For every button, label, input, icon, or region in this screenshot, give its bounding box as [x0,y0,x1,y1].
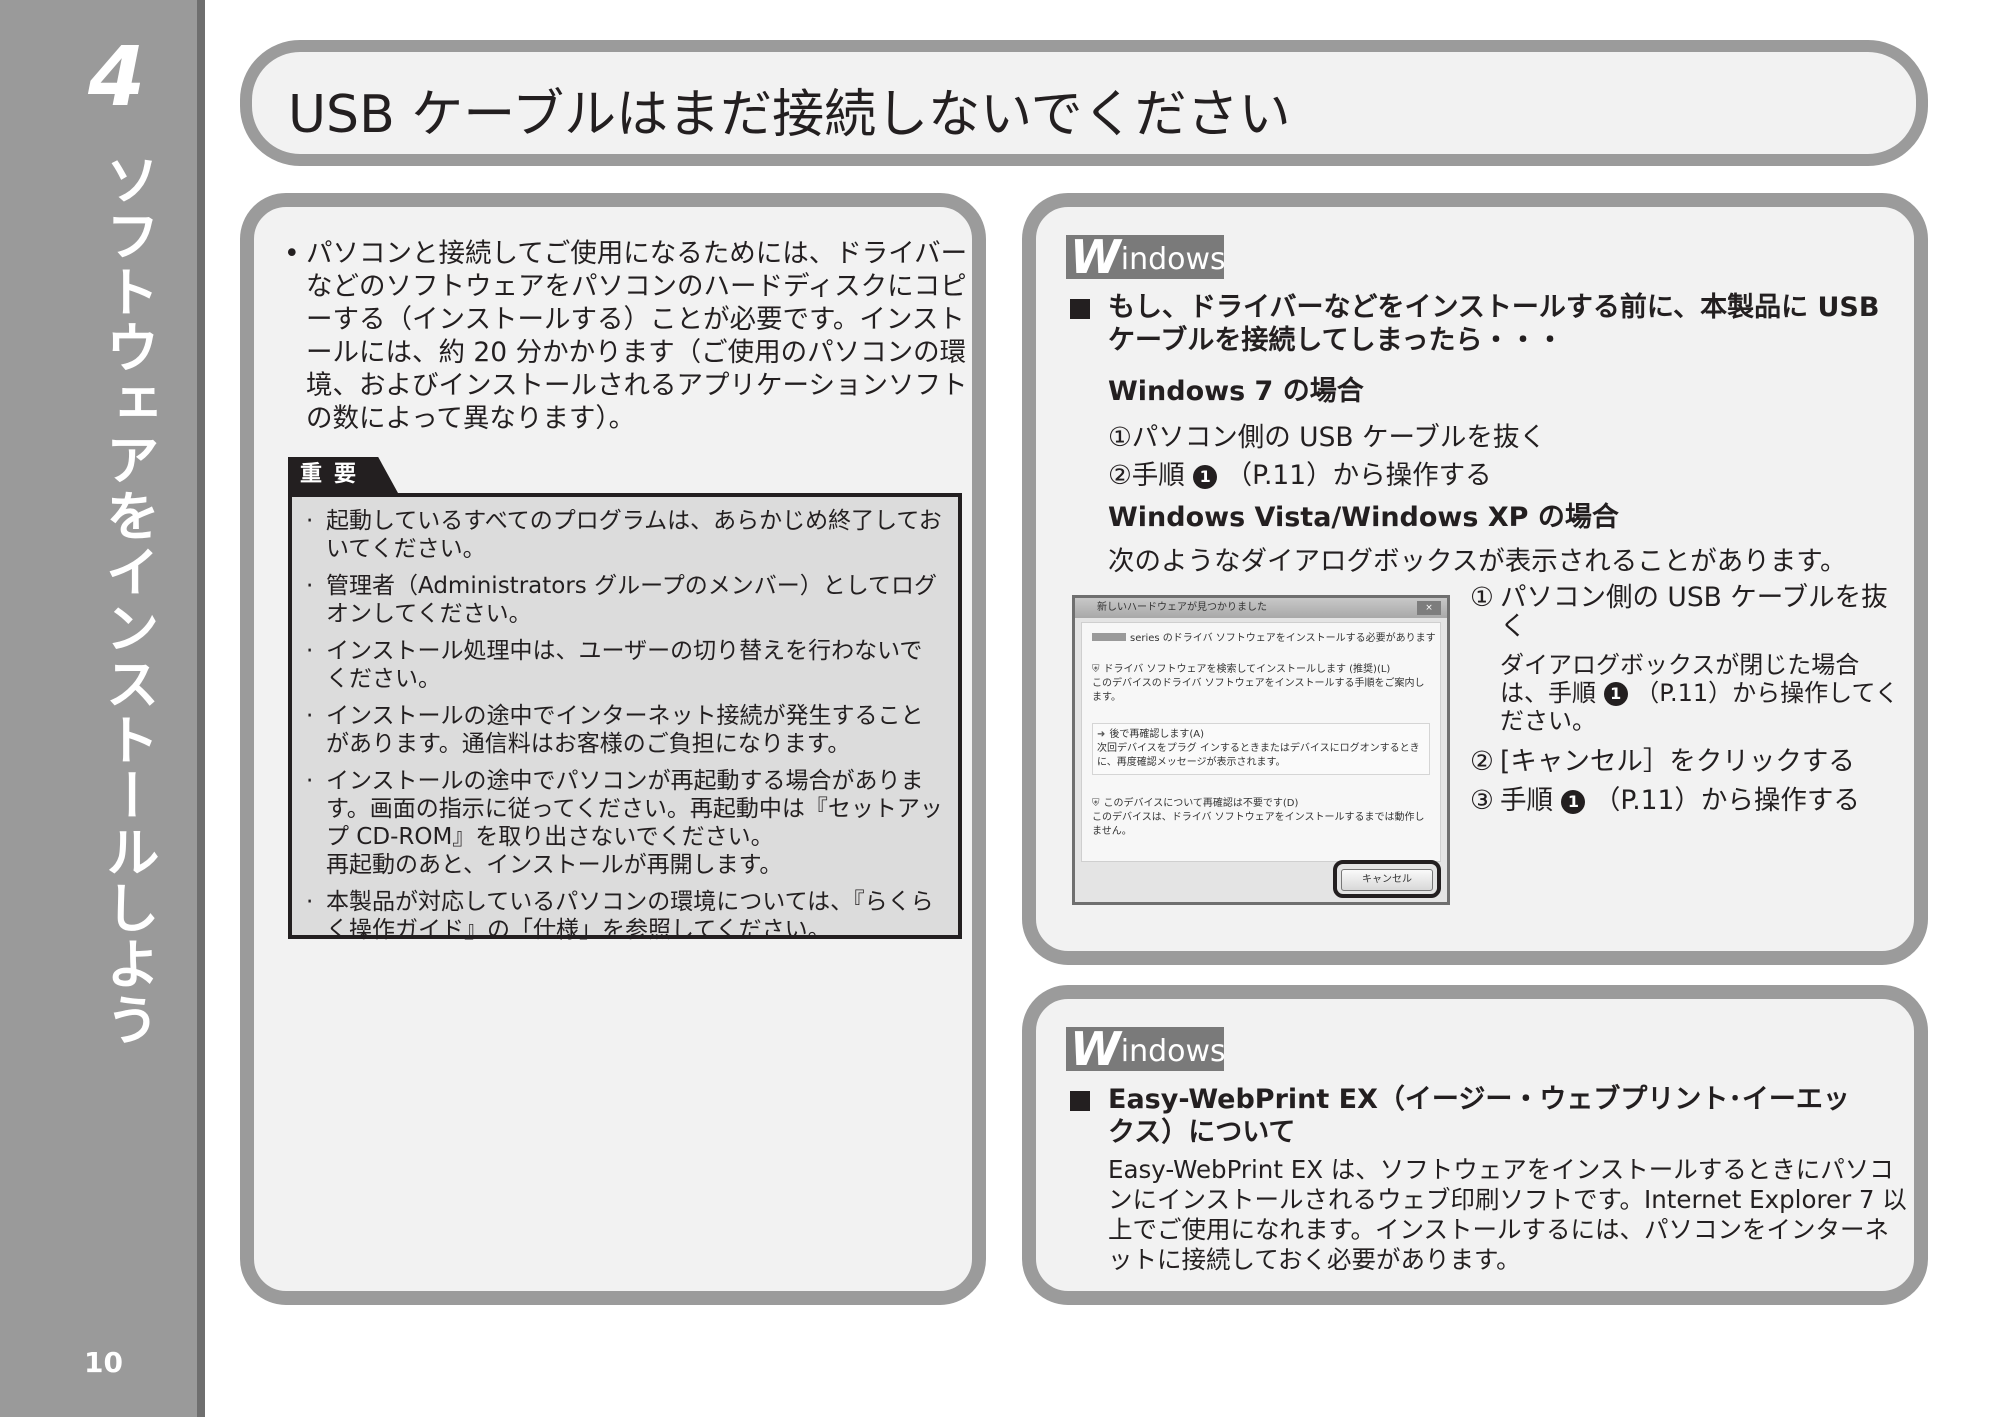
step-number: ② [1470,746,1494,777]
title-panel: USB ケーブルはまだ接続しないでください [240,40,1928,166]
dialog-titlebar: 新しいハードウェアが見つかりました × [1075,598,1447,618]
section-square-icon [1070,299,1090,319]
dialog-screenshot: 新しいハードウェアが見つかりました × series のドライバ ソフトウェアを… [1072,595,1450,905]
step-text: [キャンセル］をクリックする [1500,746,1855,777]
section-heading: もし、ドライバーなどをインストールする前に、本製品に USB ケーブルを接続して… [1108,292,1880,356]
step-number: ③ [1470,785,1494,816]
option-desc: このデバイスのドライバ ソフトウェアをインストールする手順をご案内します。 [1092,678,1425,703]
easy-webprint-description: Easy-WebPrint EX は、ソフトウェアをインストールするときにパソコ… [1108,1155,1907,1274]
dialog-heading: series のドライバ ソフトウェアをインストールする必要があります [1092,629,1436,644]
windows-logo: Windows [1066,234,1226,280]
vista-step-3: ③ 手順 1 （P.11）から操作する [1470,786,1900,815]
step-number: ① [1470,582,1494,613]
win7-step-2-suffix: （P.11）から操作する [1225,460,1492,491]
step-text-suffix: （P.11）から操作する [1593,785,1860,816]
chapter-title: ソフトウェアをインストールしよう [96,152,159,1048]
windows-usb-panel: Windows もし、ドライバーなどをインストールする前に、本製品に USB ケ… [1022,193,1928,965]
option-title: このデバイスについて再確認は不要です(D) [1103,798,1299,809]
vista-step-note: ダイアログボックスが閉じた場合は、手順 1 （P.11）から操作してください。 [1470,651,1900,735]
important-item-text: 起動しているすべてのプログラムは、あらかじめ終了しておいてください。 [326,508,942,562]
vista-heading: Windows Vista/Windows XP の場合 [1108,502,1619,533]
dialog-option-search[interactable]: ⛨ ドライバ ソフトウェアを検索してインストールします (推奨)(L) このデバイ… [1092,663,1430,705]
windows-logo-text: indows [1120,242,1226,277]
dialog-body: series のドライバ ソフトウェアをインストールする必要があります ⛨ ドライ… [1081,622,1441,862]
important-item: · 本製品が対応しているパソコンの環境については、『らくらく操作ガイド』の「仕様… [306,888,944,944]
important-box: · 起動しているすべてのプログラムは、あらかじめ終了しておいてください。 · 管… [288,493,962,943]
bullet: · [306,573,314,599]
vista-step-1: ① パソコン側の USB ケーブルを抜く [1470,583,1900,641]
step-text: パソコン側の USB ケーブルを抜く [1500,582,1888,642]
windows-logo-w: W [1070,1022,1121,1076]
chapter-tab: 4 ソフトウェアをインストールしよう 10 [0,0,205,1417]
important-item-text: インストール処理中は、ユーザーの切り替えを行わないでください。 [326,638,923,692]
close-icon[interactable]: × [1417,601,1441,615]
shield-icon: ⛨ [1092,664,1100,675]
important-item-text: インストールの途中でインターネット接続が発生することがあります。通信料はお客様の… [326,703,924,757]
important-label: 重要 [288,457,398,493]
important-item-text: インストールの途中でパソコンが再起動する場合があります。画面の指示に従ってくださ… [326,768,943,850]
bullet: · [306,889,314,915]
chapter-number: 4 [88,30,146,125]
easy-webprint-panel: Windows Easy-WebPrint EX（イージー・ウェブプリント･イー… [1022,985,1928,1305]
bullet: · [306,703,314,729]
windows-logo-w: W [1070,230,1121,284]
section-heading: Easy-WebPrint EX（イージー・ウェブプリント･イーエックス）につい… [1108,1084,1850,1148]
dialog-option-later[interactable]: ➜ 後で再確認します(A) 次回デバイスをプラグ インするときまたはデバイスにログ… [1092,723,1430,775]
bullet: · [306,508,314,534]
option-title: 後で再確認します(A) [1109,729,1205,740]
bullet: · [306,638,314,664]
step-number-icon: 1 [1603,682,1628,706]
important-item: · インストールの途中でパソコンが再起動する場合があります。画面の指示に従ってく… [306,767,944,879]
shield-icon: ⛨ [1092,798,1100,809]
important-item-extra: 再起動のあと、インストールが再開します。 [326,852,783,878]
win7-step-1: ①パソコン側の USB ケーブルを抜く [1108,422,1546,453]
step-number-icon: 1 [1561,790,1586,814]
dialog-heading-text: series のドライバ ソフトウェアをインストールする必要があります [1130,633,1436,644]
win7-step-2: ②手順 1 （P.11）から操作する [1108,453,1492,492]
important-item-text: 管理者（Administrators グループのメンバー）としてログオンしてくだ… [326,573,938,627]
option-desc: このデバイスは、ドライバ ソフトウェアをインストールするまでは動作しません。 [1092,812,1425,837]
dialog-title: 新しいハードウェアが見つかりました [1097,602,1267,613]
intro-paragraph: • パソコンと接続してご使用になるためには、ドライバーなどのソフトウェアをパソコ… [284,237,974,435]
windows-logo: Windows [1066,1026,1226,1072]
option-title: ドライバ ソフトウェアを検索してインストールします (推奨)(L) [1103,664,1391,675]
windows-logo-text: indows [1120,1034,1226,1069]
important-item: · インストールの途中でインターネット接続が発生することがあります。通信料はお客… [306,702,944,758]
vista-step-2: ② [キャンセル］をクリックする [1470,747,1900,776]
important-item: · 起動しているすべてのプログラムは、あらかじめ終了しておいてください。 [306,507,944,563]
important-item: · 管理者（Administrators グループのメンバー）としてログオンして… [306,572,944,628]
section-square-icon [1070,1091,1090,1111]
bullet: · [306,768,314,794]
option-desc: 次回デバイスをプラグ インするときまたはデバイスにログオンするときに、再度確認メ… [1097,743,1420,768]
arrow-icon: ➜ [1097,729,1106,740]
intro-panel: • パソコンと接続してご使用になるためには、ドライバーなどのソフトウェアをパソコ… [240,193,986,1305]
page-title: USB ケーブルはまだ接続しないでください [288,85,1291,145]
step-text-prefix: 手順 [1500,785,1553,816]
dialog-option-never[interactable]: ⛨ このデバイスについて再確認は不要です(D) このデバイスは、ドライバ ソフトウ… [1092,797,1430,839]
vista-steps: ① パソコン側の USB ケーブルを抜く ダイアログボックスが閉じた場合は、手順… [1470,583,1900,825]
bullet: • [284,238,300,269]
step-number-icon: 1 [1193,465,1218,489]
page-number: 10 [84,1346,123,1379]
win7-heading: Windows 7 の場合 [1108,376,1364,407]
important-item: · インストール処理中は、ユーザーの切り替えを行わないでください。 [306,637,944,693]
cancel-button[interactable]: キャンセル [1341,869,1433,891]
vista-text: 次のようなダイアログボックスが表示されることがあります。 [1108,546,1847,577]
win7-step-2-prefix: ②手順 [1108,460,1185,491]
redacted-name [1092,633,1126,641]
intro-text: パソコンと接続してご使用になるためには、ドライバーなどのソフトウェアをパソコンの… [306,238,968,434]
important-item-text: 本製品が対応しているパソコンの環境については、『らくらく操作ガイド』の「仕様」を… [326,889,934,943]
chapter-tab-edge [197,0,205,1417]
